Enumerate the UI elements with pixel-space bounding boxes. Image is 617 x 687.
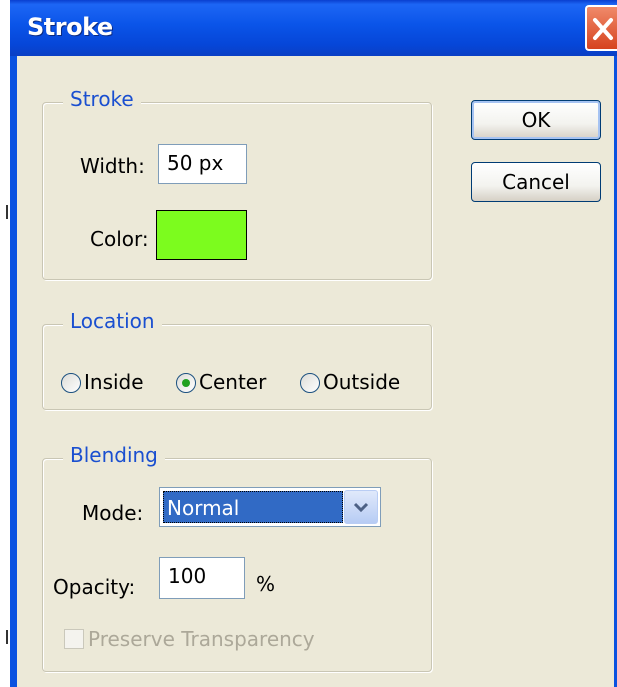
radio-inside-label[interactable]: Inside: [84, 370, 144, 394]
radio-selected-dot: [182, 379, 190, 387]
chevron-down-icon: [353, 502, 369, 513]
stroke-dialog: Stroke Stroke Width: 50 px Color: Locati…: [0, 0, 617, 687]
opacity-unit: %: [256, 572, 276, 596]
radio-center[interactable]: [176, 373, 196, 393]
ruler-tick: [6, 205, 8, 219]
opacity-label: Opacity:: [53, 575, 136, 599]
mode-selected-value: Normal: [163, 491, 343, 523]
ok-button[interactable]: OK: [471, 100, 601, 140]
mode-dropdown[interactable]: Normal: [159, 487, 381, 527]
title-bar[interactable]: Stroke: [10, 0, 617, 56]
radio-outside-label[interactable]: Outside: [323, 370, 400, 394]
window-left-border: [10, 0, 17, 687]
mode-dropdown-arrow[interactable]: [344, 490, 378, 524]
width-label: Width:: [80, 154, 145, 178]
radio-inside[interactable]: [61, 373, 81, 393]
location-group: Location Inside Center Outside: [42, 309, 432, 410]
window-title: Stroke: [27, 13, 113, 41]
mode-label: Mode:: [82, 501, 144, 525]
stroke-group: Stroke Width: 50 px Color:: [42, 87, 432, 280]
radio-center-label[interactable]: Center: [199, 370, 266, 394]
blending-group-legend: Blending: [63, 443, 165, 467]
stroke-group-legend: Stroke: [63, 87, 141, 111]
color-label: Color:: [90, 227, 149, 251]
radio-outside[interactable]: [300, 373, 320, 393]
preserve-transparency-checkbox[interactable]: [64, 629, 84, 649]
location-group-legend: Location: [63, 309, 162, 333]
blending-group: Blending Mode: Normal Opacity: 100 % Pre…: [42, 443, 432, 672]
close-icon: [593, 18, 613, 40]
opacity-input[interactable]: 100: [159, 557, 245, 599]
background-strip: [0, 0, 10, 687]
ruler-tick: [6, 630, 8, 644]
cancel-button[interactable]: Cancel: [471, 162, 601, 202]
color-swatch[interactable]: [156, 210, 247, 260]
width-input[interactable]: 50 px: [158, 144, 247, 184]
preserve-transparency-label[interactable]: Preserve Transparency: [88, 627, 315, 651]
close-button[interactable]: [585, 5, 617, 51]
